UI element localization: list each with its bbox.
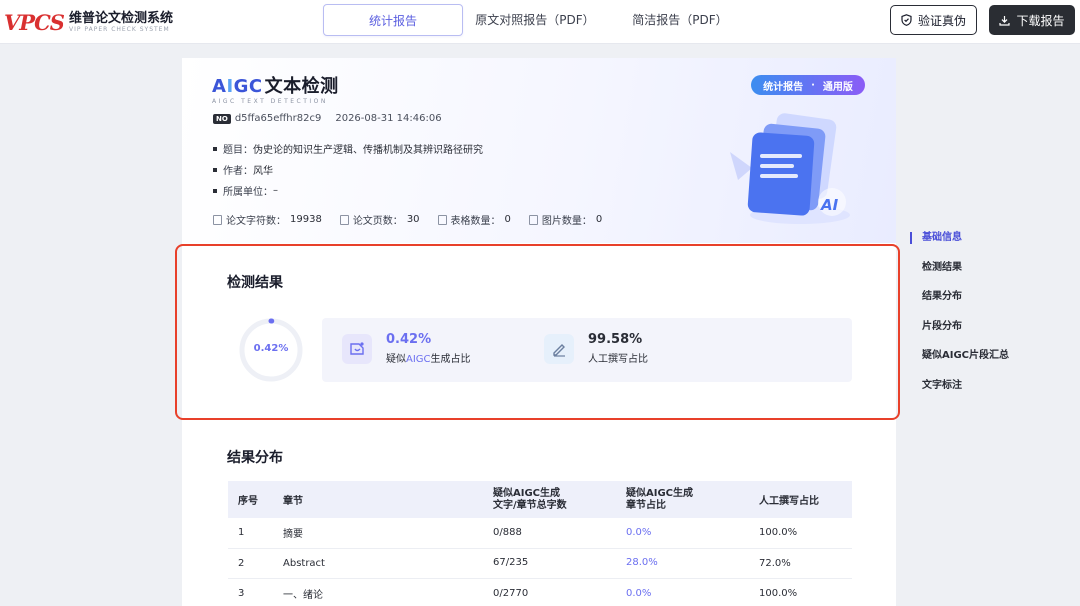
- aigc-ratio-value: 0.42%: [386, 332, 432, 347]
- aigc-ratio-label: 疑似AIGC生成占比: [386, 354, 471, 365]
- verify-label: 验证真伪: [917, 13, 966, 28]
- col-chapter: 章节: [283, 496, 303, 507]
- logo-subtitle: VIP PAPER CHECK SYSTEM: [68, 25, 170, 33]
- tab-original-comparison-report[interactable]: 原文对照报告（PDF）: [470, 4, 600, 36]
- nav-aigc-fragment-summary[interactable]: 疑似AIGC片段汇总: [910, 348, 1009, 378]
- human-ratio-label: 人工撰写占比: [588, 354, 648, 365]
- stat-char-count: 论文字符数： 19938: [213, 212, 322, 227]
- nav-detection-result[interactable]: 检测结果: [910, 260, 1009, 290]
- ring-value: 0.42%: [253, 343, 289, 354]
- nav-text-annotation[interactable]: 文字标注: [910, 378, 1009, 408]
- image-icon: [528, 214, 538, 225]
- report-number: d5ffa65effhr82c9: [234, 113, 322, 124]
- nav-basic-info[interactable]: 基础信息: [910, 230, 1009, 260]
- distribution-title: 结果分布: [227, 450, 283, 466]
- table-row: 2 Abstract 67/235 28.0% 72.0%: [228, 549, 852, 579]
- aigc-ratio-item: 0.42% 疑似AIGC生成占比: [342, 332, 471, 365]
- site-logo[interactable]: VPCS 维普论文检测系统 VIP PAPER CHECK SYSTEM: [4, 6, 173, 38]
- logo-title: 维普论文检测系统: [68, 10, 173, 26]
- download-label: 下载报告: [1016, 13, 1065, 28]
- detection-result-title: 检测结果: [227, 275, 283, 291]
- col-human-ratio: 人工撰写占比: [759, 496, 819, 507]
- report-type-badge: 统计报告 · 通用版: [751, 75, 865, 95]
- result-summary-panel: 0.42% 疑似AIGC生成占比 99.58% 人工撰写占比: [322, 318, 852, 382]
- distribution-table: 序号 章节 疑似AIGC生成 文字/章节总字数 疑似AIGC生成 章节占比 人工撰写…: [228, 481, 852, 606]
- aigc-detection-logo: AIGC 文本检测 AIGC TEXT DETECTION: [212, 76, 339, 105]
- no-tag: NO: [213, 113, 231, 124]
- section-nav: 基础信息 检测结果 结果分布 片段分布 疑似AIGC片段汇总 文字标注: [910, 230, 1009, 408]
- ai-document-illustration: AI: [730, 113, 850, 224]
- report-time: 2026-08-31 14:46:06: [335, 113, 442, 124]
- shield-icon: [901, 14, 912, 26]
- nav-fragment-distribution[interactable]: 片段分布: [910, 319, 1009, 349]
- col-index: 序号: [238, 496, 258, 507]
- col-aigc-chars: 疑似AIGC生成 文字/章节总字数: [493, 487, 567, 511]
- meta-author: 作者： 风华: [213, 162, 273, 177]
- nav-result-distribution[interactable]: 结果分布: [910, 289, 1009, 319]
- page-icon: [339, 214, 349, 225]
- human-ratio-value: 99.58%: [588, 332, 643, 347]
- top-bar: VPCS 维普论文检测系统 VIP PAPER CHECK SYSTEM 统计报…: [0, 0, 1080, 44]
- meta-affiliation: 所属单位： –: [213, 183, 278, 198]
- tab-statistics-report[interactable]: 统计报告: [323, 4, 463, 36]
- human-ratio-item: 99.58% 人工撰写占比: [544, 332, 648, 365]
- table-row: 3 一、绪论 0/2770 0.0% 100.0%: [228, 579, 852, 606]
- pen-icon: [544, 333, 574, 364]
- report-number-row: NO d5ffa65effhr82c9 2026-08-31 14:46:06: [213, 113, 442, 124]
- download-report-button[interactable]: 下载报告: [989, 5, 1075, 35]
- stat-image-count: 图片数量： 0: [528, 212, 602, 227]
- report-hero: AIGC 文本检测 AIGC TEXT DETECTION 统计报告 · 通用版 …: [182, 58, 896, 243]
- document-icon: [213, 214, 222, 225]
- col-aigc-ratio: 疑似AIGC生成 章节占比: [626, 487, 694, 511]
- table-header: 序号 章节 疑似AIGC生成 文字/章节总字数 疑似AIGC生成 章节占比 人工撰写…: [228, 481, 852, 518]
- stat-page-count: 论文页数： 30: [339, 212, 420, 227]
- ai-generate-icon: [342, 333, 372, 364]
- tab-concise-report[interactable]: 简洁报告（PDF）: [620, 4, 740, 36]
- verify-button[interactable]: 验证真伪: [890, 5, 977, 35]
- stat-table-count: 表格数量： 0: [437, 212, 511, 227]
- svg-text:AI: AI: [820, 196, 839, 214]
- paper-stats: 论文字符数： 19938 论文页数： 30 表格数量： 0 图片数量： 0: [213, 212, 620, 227]
- table-icon: [437, 214, 447, 225]
- table-row: 1 摘要 0/888 0.0% 100.0%: [228, 518, 852, 549]
- logo-mark: VPCS: [4, 9, 65, 35]
- download-icon: [999, 15, 1011, 26]
- meta-title: 题目： 伪史论的知识生产逻辑、传播机制及其辨识路径研究: [213, 141, 483, 156]
